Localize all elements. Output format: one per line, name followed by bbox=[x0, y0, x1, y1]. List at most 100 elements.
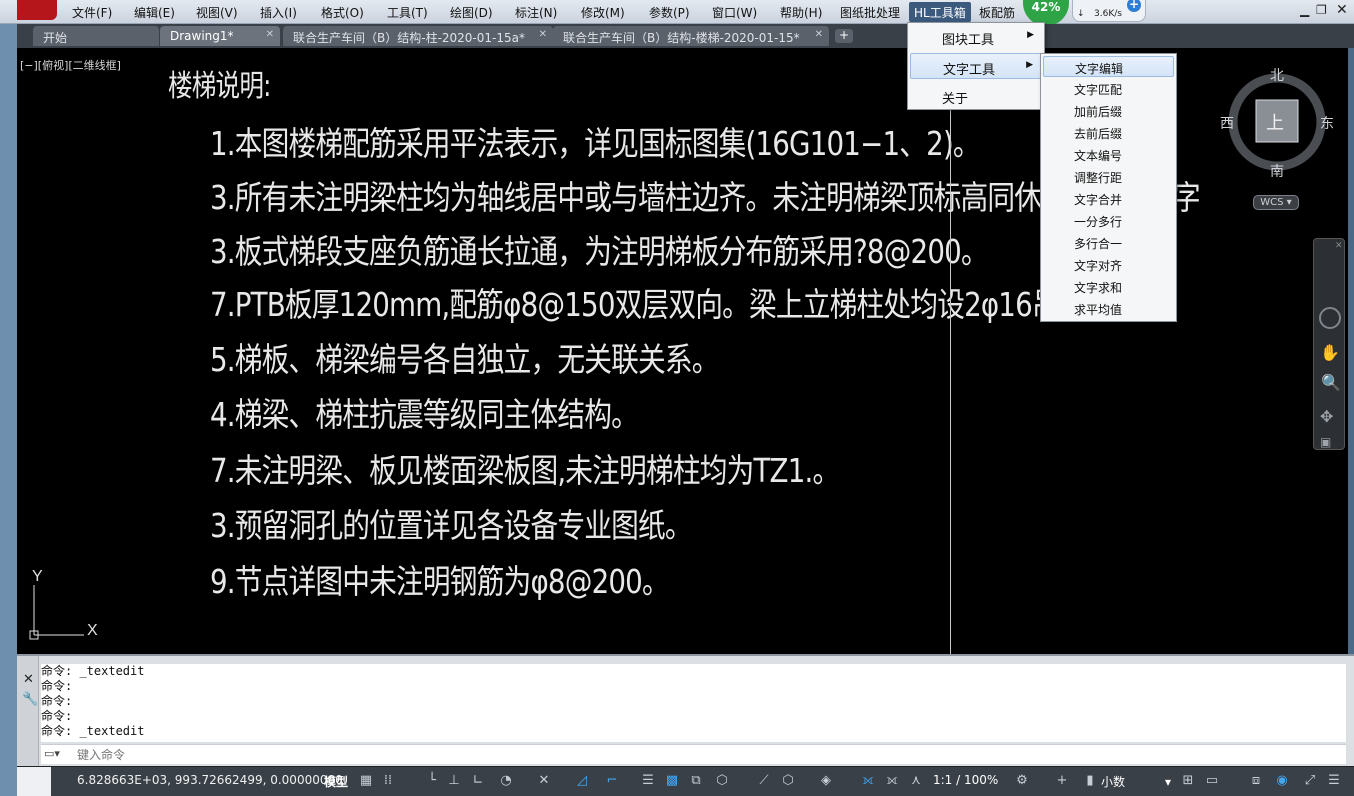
tab-label: 联合生产车间（B）结构-柱-2020-01-15a* bbox=[293, 31, 525, 45]
3d-osnap-icon[interactable]: ⬡ bbox=[713, 772, 731, 790]
polar-icon[interactable]: ∟ bbox=[469, 772, 487, 790]
command-panel-handle[interactable]: ✕ 🔧 bbox=[17, 656, 39, 768]
transparency-icon[interactable]: ▩ bbox=[663, 772, 681, 790]
zoom-icon[interactable]: 🔍 bbox=[1321, 373, 1341, 392]
menu-item-text-match[interactable]: 文字匹配 bbox=[1043, 78, 1174, 99]
tab-close-icon[interactable]: ✕ bbox=[266, 29, 274, 40]
menu-item-text-numbering[interactable]: 文本编号 bbox=[1043, 144, 1174, 165]
menu-item-text-merge[interactable]: 文字合并 bbox=[1043, 188, 1174, 209]
menu-item-add-affix[interactable]: 加前后缀 bbox=[1043, 100, 1174, 121]
command-close-icon[interactable]: ✕ bbox=[23, 672, 34, 687]
units-icon[interactable]: ▮ bbox=[1081, 772, 1099, 790]
menu-format[interactable]: 格式(O) bbox=[321, 4, 364, 21]
menu-batch-plot[interactable]: 图纸批处理 bbox=[840, 4, 900, 21]
menu-item-join-lines[interactable]: 多行合一 bbox=[1043, 232, 1174, 253]
menu-item-text-edit[interactable]: 文字编辑 bbox=[1043, 56, 1174, 77]
app-logo-icon[interactable] bbox=[17, 0, 57, 20]
add-tab-button[interactable]: + bbox=[835, 29, 853, 43]
stair-note-line: 9.节点详图中未注明钢筋为φ8@200。 bbox=[210, 562, 670, 601]
lock-ui-icon[interactable]: ▭ bbox=[1203, 772, 1221, 790]
hardware-acceleration-icon[interactable]: ◉ bbox=[1273, 772, 1291, 790]
infer-icon[interactable]: ⊥ bbox=[445, 772, 463, 790]
clean-screen-icon[interactable]: ⤢ bbox=[1301, 772, 1319, 790]
wcs-dropdown[interactable]: WCS ▾ bbox=[1253, 195, 1299, 210]
menu-view[interactable]: 视图(V) bbox=[196, 4, 238, 21]
showmotion-icon[interactable]: ▣ bbox=[1320, 435, 1331, 449]
viewcube[interactable]: 北 南 东 西 上 bbox=[1220, 63, 1336, 213]
menu-modify[interactable]: 修改(M) bbox=[581, 4, 625, 21]
command-input[interactable] bbox=[77, 746, 1337, 763]
units-dropdown[interactable]: 小数 ▾ bbox=[1101, 773, 1171, 790]
menu-slab-rebar[interactable]: 板配筋 bbox=[979, 4, 1015, 21]
menu-draw[interactable]: 绘图(D) bbox=[450, 4, 493, 21]
customization-menu-icon[interactable]: ☰ bbox=[1325, 772, 1343, 790]
isodraft-icon[interactable]: ◔ bbox=[497, 772, 515, 790]
compass-west[interactable]: 西 bbox=[1220, 113, 1234, 133]
compass-north[interactable]: 北 bbox=[1270, 65, 1284, 85]
tab-column-drawing[interactable]: 联合生产车间（B）结构-柱-2020-01-15a* ✕ bbox=[283, 26, 553, 46]
stair-note-line: 7.未注明梁、板见楼面梁板图,未注明梯柱均为TZ1.。 bbox=[210, 451, 840, 490]
object-snap-icon[interactable]: ◿ bbox=[573, 772, 591, 790]
menu-parameter[interactable]: 参数(P) bbox=[649, 4, 690, 21]
viewport-controls[interactable]: [−][俯视][二维线框] bbox=[20, 57, 121, 73]
grid-icon[interactable]: ▦ bbox=[357, 772, 375, 790]
menu-item-split-lines[interactable]: 一分多行 bbox=[1043, 210, 1174, 231]
menu-help[interactable]: 帮助(H) bbox=[780, 4, 822, 21]
quick-properties-icon[interactable]: ⊞ bbox=[1179, 772, 1197, 790]
lineweight-icon[interactable]: ☰ bbox=[639, 772, 657, 790]
minimize-icon[interactable]: ▁ bbox=[1300, 3, 1309, 17]
tab-drawing1[interactable]: Drawing1* ✕ bbox=[160, 26, 280, 46]
annotation-scale-icon[interactable]: ⋏ bbox=[907, 772, 925, 790]
snap-icon[interactable]: ⁞⁞ bbox=[379, 772, 397, 790]
menu-item-line-spacing[interactable]: 调整行距 bbox=[1043, 166, 1174, 187]
tab-stair-drawing[interactable]: 联合生产车间（B）结构-楼梯-2020-01-15* ✕ bbox=[553, 26, 829, 46]
auto-scale-icon[interactable]: ⟗ bbox=[883, 772, 901, 790]
isolate-objects-icon[interactable]: ⧈ bbox=[1247, 772, 1265, 790]
menu-item-remove-affix[interactable]: 去前后缀 bbox=[1043, 122, 1174, 143]
menu-item-text-align[interactable]: 文字对齐 bbox=[1043, 254, 1174, 275]
dynamic-ucs-icon[interactable]: ⌐ bbox=[603, 772, 621, 790]
menu-item-about[interactable]: 关于 bbox=[910, 83, 1042, 109]
tab-label: 开始 bbox=[43, 31, 68, 45]
selection-cycling-icon[interactable]: ⧉ bbox=[687, 772, 705, 790]
menu-tools[interactable]: 工具(T) bbox=[387, 4, 428, 21]
annotation-monitor-icon[interactable]: + bbox=[1053, 772, 1071, 790]
navbar-close-icon[interactable]: ✕ bbox=[1335, 241, 1343, 251]
menu-window[interactable]: 窗口(W) bbox=[712, 4, 757, 21]
gizmo-icon[interactable]: ◈ bbox=[817, 772, 835, 790]
tab-start[interactable]: 开始 bbox=[33, 26, 159, 46]
menu-item-text-sum[interactable]: 文字求和 bbox=[1043, 276, 1174, 297]
menu-item-block-tools[interactable]: 图块工具 ▶ bbox=[910, 24, 1042, 50]
menu-dimension[interactable]: 标注(N) bbox=[515, 4, 557, 21]
compass-south[interactable]: 南 bbox=[1270, 161, 1284, 181]
restore-icon[interactable]: ❐ bbox=[1316, 3, 1327, 17]
tab-close-icon[interactable]: ✕ bbox=[815, 29, 823, 40]
workspace-gear-icon[interactable]: ⚙ bbox=[1013, 772, 1031, 790]
compass-east[interactable]: 东 bbox=[1320, 113, 1334, 133]
menu-insert[interactable]: 插入(I) bbox=[260, 4, 297, 21]
object-snap-tracking-icon[interactable]: ✕ bbox=[535, 772, 553, 790]
annotation-scale[interactable]: 1:1 / 100% bbox=[933, 773, 998, 787]
menu-edit[interactable]: 编辑(E) bbox=[134, 4, 175, 21]
close-icon[interactable]: ✕ bbox=[1336, 2, 1348, 18]
menu-item-text-tools[interactable]: 文字工具 ▶ bbox=[910, 53, 1042, 79]
menu-item-average[interactable]: 求平均值 bbox=[1043, 298, 1174, 319]
network-plus-icon[interactable]: + bbox=[1127, 0, 1141, 12]
command-history-line: 命令: _textedit bbox=[41, 724, 145, 738]
status-left-pad bbox=[17, 767, 51, 796]
annotation-visibility-icon[interactable]: ⟗ bbox=[859, 772, 877, 790]
command-prompt-icon[interactable]: ▭▾ bbox=[44, 747, 60, 760]
tab-close-icon[interactable]: ✕ bbox=[539, 29, 547, 40]
wrench-icon[interactable]: 🔧 bbox=[22, 692, 38, 707]
box-view-icon[interactable]: ⬡ bbox=[779, 772, 797, 790]
model-space-button[interactable]: 模型 bbox=[324, 773, 348, 790]
menu-hl-toolbox[interactable]: HL工具箱 bbox=[909, 2, 971, 22]
steering-wheel-icon[interactable] bbox=[1319, 307, 1341, 329]
orbit-icon[interactable]: ✥ bbox=[1320, 407, 1333, 426]
menu-file[interactable]: 文件(F) bbox=[72, 4, 112, 21]
pan-hand-icon[interactable]: ✋ bbox=[1320, 343, 1340, 362]
dynamic-input-icon[interactable]: ⟋ bbox=[755, 772, 773, 790]
viewcube-top-face[interactable]: 上 bbox=[1266, 109, 1284, 135]
ortho-icon[interactable]: └ bbox=[423, 772, 441, 790]
cursor-coordinates[interactable]: 6.828663E+03, 993.72662499, 0.00000000 bbox=[77, 773, 343, 787]
